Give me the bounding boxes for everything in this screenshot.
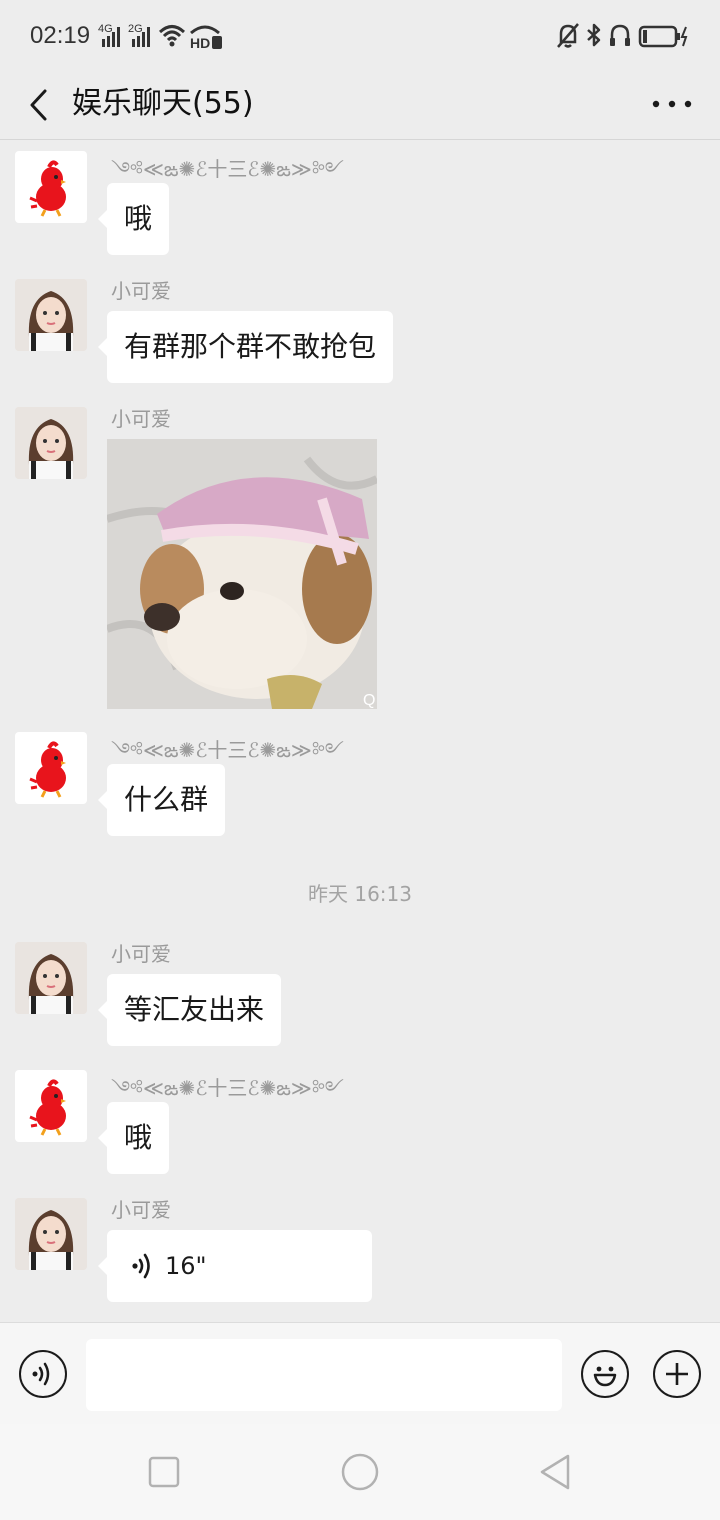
image-message[interactable]: Q [107,439,377,709]
chat-header: 娱乐聊天(55) [0,70,720,140]
red-bird-icon [29,741,66,798]
dog-with-mask-photo: Q [107,439,377,709]
input-bar [0,1322,720,1424]
more-functions-button[interactable] [653,1350,701,1398]
svg-text:Q: Q [363,692,375,709]
girl-photo-icon [15,407,87,479]
chat-title: 娱乐聊天(55) [72,86,254,121]
emoji-icon [593,1366,617,1387]
timestamp: 昨天 16:13 [308,882,412,906]
wifi-icon [158,25,186,47]
message-bubble[interactable]: 什么群 [97,764,226,836]
red-bird-icon [29,160,66,217]
message-input[interactable] [86,1339,562,1411]
back-icon[interactable] [536,1452,576,1492]
voice-message-bubble[interactable]: 16" [98,1230,372,1302]
message-bubble[interactable]: 有群那个群不敢抢包 [97,311,394,383]
svg-text:2G: 2G [128,23,143,35]
voice-toggle-icon [32,1362,50,1386]
sender-name: 小可爱 [111,1198,171,1222]
message-list[interactable]: ༺≪ఙ✺ℰ十三ℰ✺ఙ≫༻ 哦 小可爱 有群那个群不敢抢包 小可爱 Q ༺≪ఙ✺ℰ… [0,140,720,1322]
status-time: 02:19 [30,22,91,49]
girl-photo-icon [15,279,87,351]
girl-avatar[interactable] [15,942,87,1014]
red-bird-icon [29,1079,66,1136]
sender-name: 小可爱 [111,942,171,966]
girl-avatar[interactable] [15,1198,87,1270]
voice-duration: 16" [165,1252,207,1280]
red-bird-avatar[interactable] [15,1070,87,1142]
message-bubble[interactable]: 哦 [97,183,170,255]
message-bubble[interactable]: 等汇友出来 [97,974,282,1046]
plus-icon [666,1363,688,1385]
chevron-left-icon [30,89,47,121]
mute-bell-icon [557,23,579,48]
headphones-icon [610,24,630,46]
more-options-icon[interactable] [650,84,694,124]
girl-photo-icon [15,1198,87,1270]
recent-apps-icon[interactable] [146,1454,182,1490]
system-navigation-bar [0,1424,720,1520]
voice-wave-icon [132,1253,150,1279]
bluetooth-icon [587,23,601,47]
home-icon[interactable] [340,1452,380,1492]
svg-text:4G: 4G [98,23,113,35]
back-button[interactable] [18,80,58,130]
status-bar: 02:19 4G 2G HD [0,0,720,70]
message-bubble[interactable]: 哦 [97,1102,170,1174]
girl-avatar[interactable] [15,279,87,351]
voice-toggle-button[interactable] [19,1350,67,1398]
hd-call-icon: HD [190,25,222,51]
girl-avatar[interactable] [15,407,87,479]
red-bird-avatar[interactable] [15,151,87,223]
girl-photo-icon [15,942,87,1014]
cellular-signal-icon: 4G 2G [98,23,150,47]
battery-charging-icon [638,25,688,48]
sender-name: 小可爱 [111,407,171,431]
svg-text:HD: HD [190,35,210,51]
red-bird-avatar[interactable] [15,732,87,804]
sender-name: 小可爱 [111,279,171,303]
emoji-button[interactable] [581,1350,629,1398]
